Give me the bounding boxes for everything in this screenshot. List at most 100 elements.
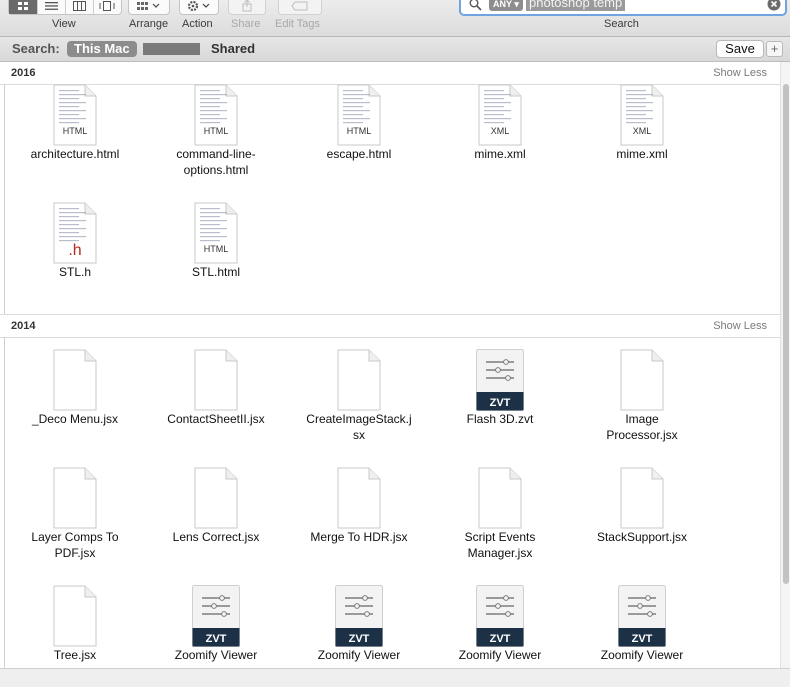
section-year: 2016 bbox=[11, 67, 36, 79]
file-name: Flash 3D.zvt bbox=[466, 412, 534, 426]
file-item[interactable]: ContactSheetII.jsx bbox=[146, 349, 286, 449]
html-document-icon: HTML bbox=[194, 84, 238, 146]
results-area: 2016 Show Less HTML architecture.html HTM… bbox=[0, 62, 790, 668]
search-label: Search bbox=[604, 18, 639, 30]
document-icon bbox=[53, 585, 97, 647]
search-scope-bar: Search: This Mac Shared Save + bbox=[0, 37, 790, 62]
zvt-file-icon: ZVT bbox=[476, 585, 524, 647]
section-header-1: 2014 Show Less bbox=[0, 315, 780, 337]
scope-label: Search: bbox=[12, 41, 60, 56]
file-item[interactable]: CreateImageStack.j sx bbox=[289, 349, 429, 449]
file-name: Script Events Manager.jsx bbox=[464, 530, 536, 560]
edit-tags-button[interactable] bbox=[278, 0, 322, 15]
tag-icon bbox=[291, 1, 308, 10]
show-less-link[interactable]: Show Less bbox=[713, 320, 767, 332]
xml-document-icon: XML bbox=[620, 84, 664, 146]
file-name: Merge To HDR.jsx bbox=[310, 530, 408, 544]
svg-text:XML: XML bbox=[633, 126, 652, 136]
scrollbar-thumb[interactable] bbox=[783, 84, 789, 584]
file-item[interactable]: Script Events Manager.jsx bbox=[430, 467, 570, 567]
file-item[interactable]: HTML escape.html bbox=[289, 84, 429, 184]
file-item[interactable]: HTML architecture.html bbox=[5, 84, 145, 184]
icon-view-button[interactable] bbox=[9, 0, 39, 14]
document-icon bbox=[53, 467, 97, 529]
file-name: StackSupport.jsx bbox=[596, 530, 688, 544]
clear-search-icon[interactable] bbox=[767, 0, 781, 11]
arrange-label: Arrange bbox=[129, 18, 169, 30]
search-token[interactable]: ANY ▾ bbox=[489, 0, 523, 11]
show-less-link[interactable]: Show Less bbox=[713, 67, 767, 79]
file-item[interactable]: XML mime.xml bbox=[572, 84, 712, 184]
file-name: _Deco Menu.jsx bbox=[31, 412, 119, 426]
scope-redacted-location[interactable] bbox=[143, 43, 200, 55]
document-icon bbox=[620, 467, 664, 529]
file-item[interactable]: ZVT Zoomify Viewer bbox=[572, 585, 712, 668]
file-name: Zoomify Viewer bbox=[174, 648, 258, 662]
svg-text:XML: XML bbox=[491, 126, 510, 136]
share-button[interactable] bbox=[228, 0, 266, 15]
action-button[interactable] bbox=[179, 0, 219, 15]
search-field[interactable]: ANY ▾ photoshop temp bbox=[459, 0, 787, 16]
list-view-button[interactable] bbox=[38, 0, 66, 14]
svg-text:HTML: HTML bbox=[63, 126, 88, 136]
toolbar: View Arrange Action Share Edit Tags ANY … bbox=[0, 0, 790, 37]
file-item[interactable]: ZVT Flash 3D.zvt bbox=[430, 349, 570, 449]
svg-text:ZVT: ZVT bbox=[490, 633, 511, 645]
file-item[interactable]: Merge To HDR.jsx bbox=[289, 467, 429, 567]
search-icon bbox=[469, 0, 482, 11]
file-item[interactable]: Layer Comps To PDF.jsx bbox=[5, 467, 145, 567]
add-criteria-button[interactable]: + bbox=[766, 41, 783, 57]
file-item[interactable]: Lens Correct.jsx bbox=[146, 467, 286, 567]
file-name: command-line- options.html bbox=[176, 147, 256, 177]
search-token-label: ANY bbox=[493, 0, 512, 9]
scope-shared-button[interactable]: Shared bbox=[211, 41, 255, 56]
file-name: CreateImageStack.j sx bbox=[306, 412, 412, 442]
file-item[interactable]: StackSupport.jsx bbox=[572, 467, 712, 567]
file-name: Zoomify Viewer bbox=[458, 648, 542, 662]
file-name: STL.html bbox=[191, 265, 240, 279]
file-item[interactable]: ZVT Zoomify Viewer bbox=[289, 585, 429, 668]
file-item[interactable]: ZVT Zoomify Viewer bbox=[430, 585, 570, 668]
svg-text:ZVT: ZVT bbox=[632, 633, 653, 645]
search-query[interactable]: photoshop temp bbox=[526, 0, 626, 11]
file-name: Tree.jsx bbox=[53, 648, 97, 662]
file-name: Image Processor.jsx bbox=[606, 412, 678, 442]
file-name: mime.xml bbox=[474, 147, 526, 161]
file-item[interactable]: XML mime.xml bbox=[430, 84, 570, 184]
save-search-button[interactable]: Save bbox=[716, 40, 764, 58]
file-name: Layer Comps To PDF.jsx bbox=[31, 530, 119, 560]
file-name: Zoomify Viewer bbox=[600, 648, 684, 662]
section-year: 2014 bbox=[11, 320, 36, 332]
file-item[interactable]: ZVT Zoomify Viewer bbox=[146, 585, 286, 668]
gear-icon bbox=[187, 0, 210, 11]
svg-text:ZVT: ZVT bbox=[349, 633, 370, 645]
arrange-button[interactable] bbox=[128, 0, 170, 15]
column-view-button[interactable] bbox=[66, 0, 94, 14]
file-name: escape.html bbox=[326, 147, 392, 161]
vertical-scrollbar[interactable] bbox=[780, 62, 790, 668]
svg-text:HTML: HTML bbox=[204, 126, 229, 136]
file-item[interactable]: Tree.jsx bbox=[5, 585, 145, 668]
file-item[interactable]: HTML command-line- options.html bbox=[146, 84, 286, 184]
zvt-file-icon: ZVT bbox=[476, 349, 524, 411]
zvt-file-icon: ZVT bbox=[618, 585, 666, 647]
svg-text:.h: .h bbox=[68, 242, 81, 259]
edit-tags-label: Edit Tags bbox=[275, 18, 321, 30]
scope-this-mac-button[interactable]: This Mac bbox=[67, 41, 137, 57]
file-item[interactable]: HTML STL.html bbox=[146, 202, 286, 302]
file-item[interactable]: Image Processor.jsx bbox=[572, 349, 712, 449]
document-icon bbox=[337, 467, 381, 529]
action-label: Action bbox=[182, 18, 213, 30]
header-file-icon: .h bbox=[53, 202, 97, 264]
html-document-icon: HTML bbox=[337, 84, 381, 146]
document-icon bbox=[53, 349, 97, 411]
cover-flow-view-button[interactable] bbox=[94, 0, 122, 14]
file-item[interactable]: _Deco Menu.jsx bbox=[5, 349, 145, 449]
file-item[interactable]: .h STL.h bbox=[5, 202, 145, 302]
svg-text:ZVT: ZVT bbox=[490, 397, 511, 409]
file-name: mime.xml bbox=[616, 147, 668, 161]
file-name: architecture.html bbox=[30, 147, 120, 161]
icon-grid-icon bbox=[18, 1, 29, 10]
view-mode-control[interactable] bbox=[8, 0, 122, 15]
share-label: Share bbox=[231, 18, 261, 30]
